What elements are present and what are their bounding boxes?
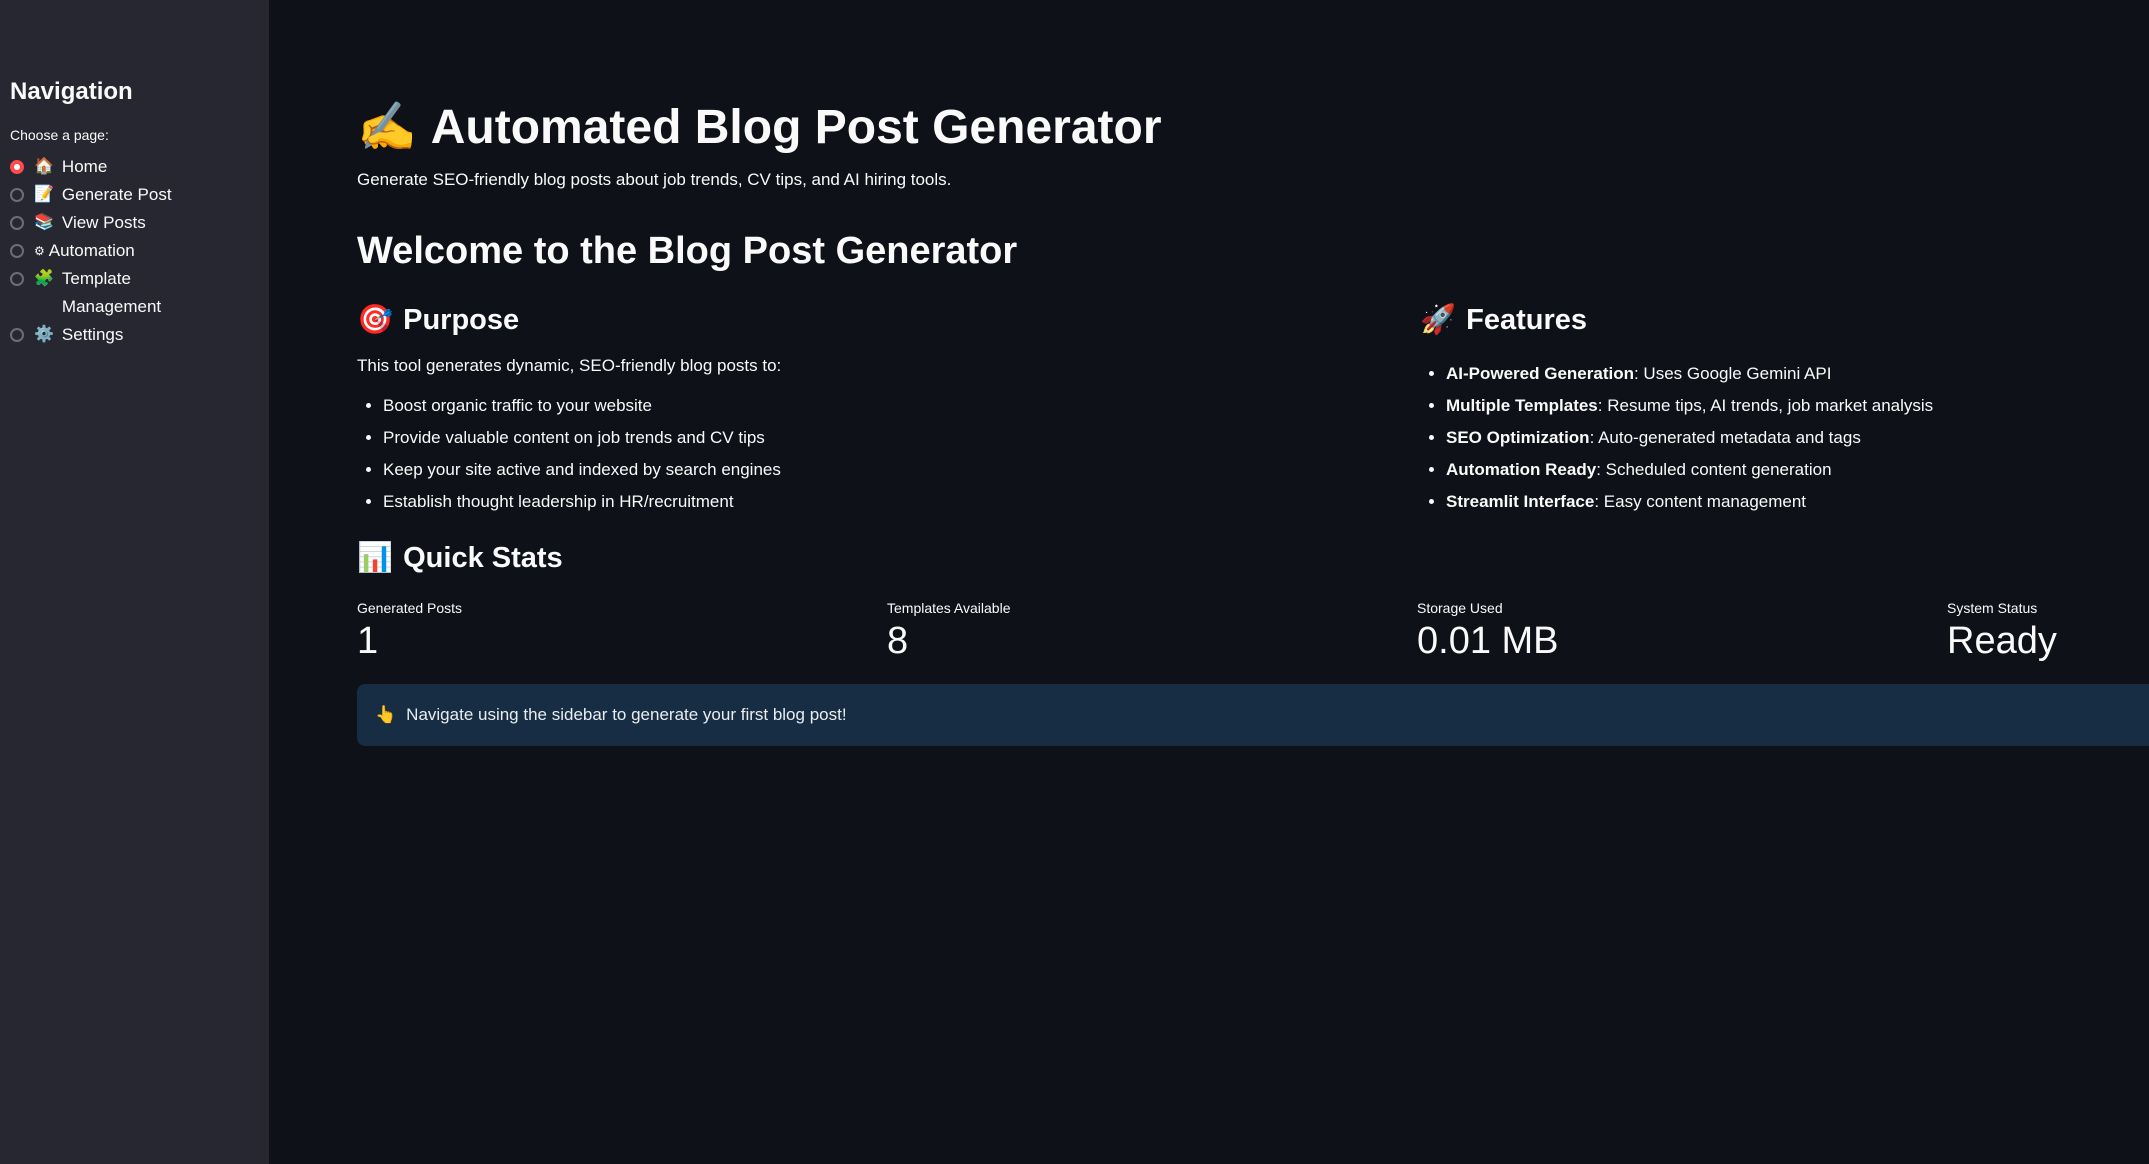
radio-button[interactable] <box>10 188 24 202</box>
stats-row: Generated Posts 1 Templates Available 8 … <box>357 600 2149 664</box>
radio-item-view-posts[interactable]: 📚 View Posts <box>10 209 259 237</box>
features-list: AI-Powered Generation: Uses Google Gemin… <box>1420 358 2120 518</box>
list-item: Provide valuable content on job trends a… <box>383 422 1420 454</box>
list-item: AI-Powered Generation: Uses Google Gemin… <box>1446 358 2120 390</box>
radio-item-automation[interactable]: ⚙ Automation <box>10 237 259 265</box>
radio-button[interactable] <box>10 328 24 342</box>
list-item: Keep your site active and indexed by sea… <box>383 454 1420 486</box>
page-radio-label: Choose a page: <box>10 127 109 143</box>
list-item: Establish thought leadership in HR/recru… <box>383 486 1420 518</box>
radio-item-label: Template Management <box>61 269 162 316</box>
house-icon: 🏠 <box>34 158 54 175</box>
features-column: 🚀 Features AI-Powered Generation: Uses Go… <box>1420 302 2120 518</box>
metric-label: Templates Available <box>887 600 1011 616</box>
metric-value: 0.01 MB <box>1417 620 1559 662</box>
page-subtitle: Generate SEO-friendly blog posts about j… <box>357 170 952 189</box>
stats-heading: 📊 Quick Stats <box>357 540 2149 576</box>
radio-button-selected[interactable] <box>10 160 24 174</box>
stats-heading-text: Quick Stats <box>403 542 563 574</box>
target-icon: 🎯 <box>357 304 394 336</box>
metric-value: 8 <box>887 620 909 662</box>
puzzle-icon: 🧩 <box>34 270 54 287</box>
gear-icon: ⚙ <box>34 244 45 258</box>
info-alert-text: Navigate using the sidebar to generate y… <box>406 705 847 724</box>
settings-gear-icon: ⚙️ <box>34 326 54 343</box>
list-item: Multiple Templates: Resume tips, AI tren… <box>1446 390 2120 422</box>
feature-desc: : Uses Google Gemini API <box>1633 364 1832 383</box>
sidebar-title: Navigation <box>10 78 133 105</box>
feature-name: Automation Ready <box>1446 460 1597 479</box>
page-title: ✍️ Automated Blog Post Generator <box>357 98 2149 158</box>
radio-item-generate-post[interactable]: 📝 Generate Post <box>10 181 259 209</box>
radio-item-label: Settings <box>61 325 124 344</box>
writing-hand-icon: ✍️ <box>357 101 417 154</box>
metric-value: Ready <box>1947 620 2057 662</box>
info-columns: 🎯 Purpose This tool generates dynamic, SE… <box>357 302 2149 518</box>
metric-templates-available: Templates Available 8 <box>887 600 1417 664</box>
radio-button[interactable] <box>10 272 24 286</box>
bar-chart-icon: 📊 <box>357 542 394 574</box>
info-alert: 👆 Navigate using the sidebar to generate… <box>357 684 2149 746</box>
radio-item-label: Generate Post <box>61 185 172 204</box>
list-item: Automation Ready: Scheduled content gene… <box>1446 454 2120 486</box>
metric-label: Storage Used <box>1417 600 1503 616</box>
metric-value: 1 <box>357 620 379 662</box>
pointing-up-icon: 👆 <box>375 705 397 724</box>
radio-item-template-management[interactable]: 🧩 Template Management <box>10 265 259 321</box>
purpose-heading: 🎯 Purpose <box>357 302 1420 338</box>
list-item: Boost organic traffic to your website <box>383 390 1420 422</box>
feature-name: AI-Powered Generation <box>1446 364 1634 383</box>
purpose-intro: This tool generates dynamic, SEO-friendl… <box>357 356 782 375</box>
radio-item-home[interactable]: 🏠 Home <box>10 153 259 181</box>
feature-name: Multiple Templates <box>1446 396 1598 415</box>
feature-desc: : Scheduled content generation <box>1596 460 1832 479</box>
page-radio-group: 🏠 Home 📝 Generate Post 📚 View Posts ⚙ Au… <box>10 153 259 349</box>
feature-name: Streamlit Interface <box>1446 492 1595 511</box>
features-heading-text: Features <box>1466 304 1587 336</box>
metric-system-status: System Status Ready <box>1947 600 2147 664</box>
main-content: ✍️ Automated Blog Post Generator Generate… <box>269 0 2149 1164</box>
feature-desc: : Auto-generated metadata and tags <box>1589 428 1861 447</box>
radio-item-settings[interactable]: ⚙️ Settings <box>10 321 259 349</box>
rocket-icon: 🚀 <box>1420 304 1457 336</box>
page-title-text: Automated Blog Post Generator <box>430 101 1162 154</box>
feature-desc: : Resume tips, AI trends, job market ana… <box>1597 396 1934 415</box>
purpose-list: Boost organic traffic to your website Pr… <box>357 390 1420 518</box>
welcome-heading: Welcome to the Blog Post Generator <box>357 230 1018 272</box>
radio-item-label: Automation <box>48 241 135 260</box>
metric-generated-posts: Generated Posts 1 <box>357 600 887 664</box>
feature-desc: : Easy content management <box>1594 492 1807 511</box>
app-root: Navigation Choose a page: 🏠 Home 📝 Gener… <box>0 0 2149 1164</box>
memo-icon: 📝 <box>34 186 54 203</box>
radio-button[interactable] <box>10 216 24 230</box>
purpose-heading-text: Purpose <box>403 304 520 336</box>
radio-item-label: Home <box>61 157 108 176</box>
features-heading: 🚀 Features <box>1420 302 2120 338</box>
purpose-column: 🎯 Purpose This tool generates dynamic, SE… <box>357 302 1420 518</box>
feature-name: SEO Optimization <box>1446 428 1590 447</box>
radio-button[interactable] <box>10 244 24 258</box>
list-item: Streamlit Interface: Easy content manage… <box>1446 486 2120 518</box>
metric-label: System Status <box>1947 600 2038 616</box>
metric-label: Generated Posts <box>357 600 463 616</box>
books-icon: 📚 <box>34 214 54 231</box>
radio-item-label: View Posts <box>61 213 146 232</box>
metric-storage-used: Storage Used 0.01 MB <box>1417 600 1947 664</box>
list-item: SEO Optimization: Auto-generated metadat… <box>1446 422 2120 454</box>
sidebar: Navigation Choose a page: 🏠 Home 📝 Gener… <box>0 0 269 1164</box>
